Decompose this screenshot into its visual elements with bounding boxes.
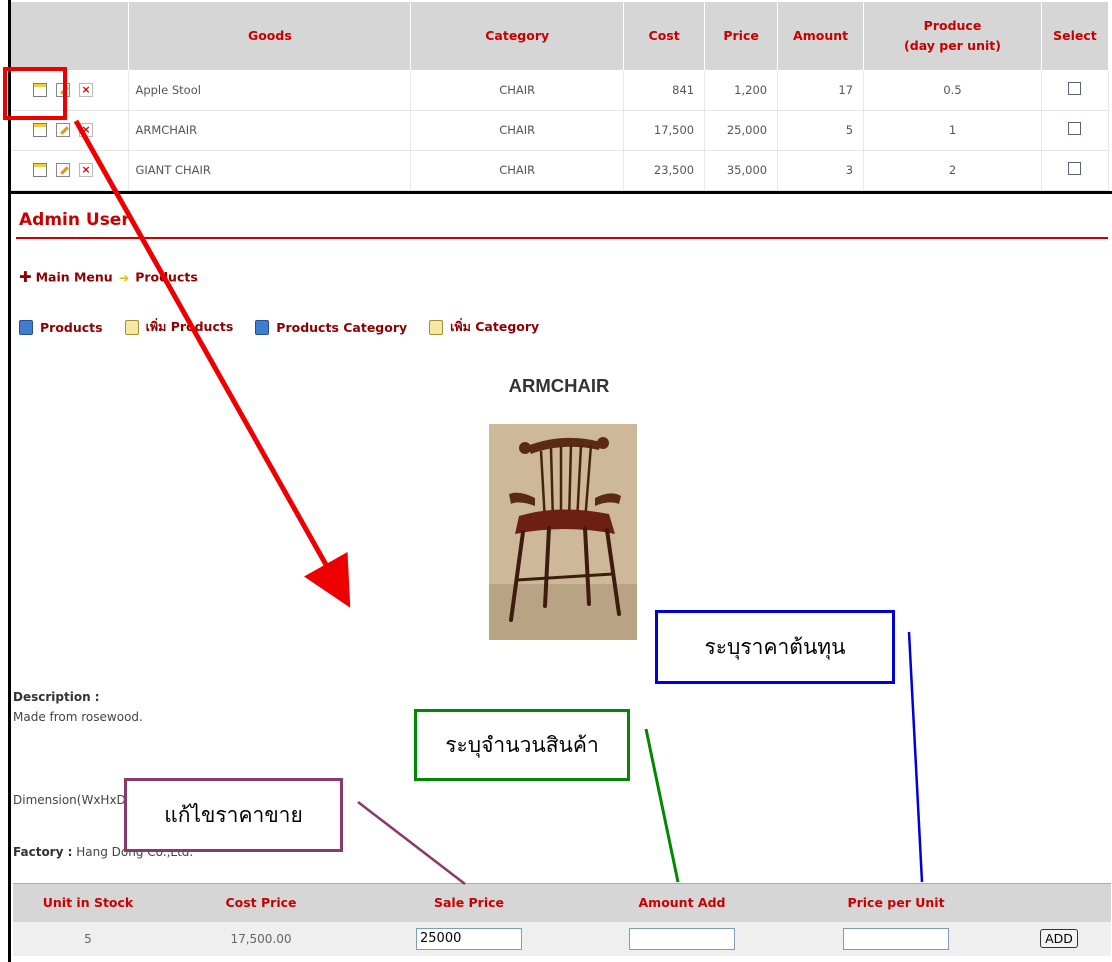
header-goods: Goods xyxy=(128,2,412,70)
factory-label: Factory : xyxy=(13,845,73,859)
header-amount-add: Amount Add xyxy=(579,883,785,922)
menu-item-products-category[interactable]: Products Category xyxy=(255,319,408,335)
cell-cost: 841 xyxy=(623,70,706,111)
row-actions: × xyxy=(11,150,130,191)
header-produce-line2: (day per unit) xyxy=(904,38,1001,53)
menu-item-label: เพิ่ม Category xyxy=(450,319,540,334)
header-action xyxy=(1007,883,1111,922)
callout-price-note: แก้ไขราคาขาย xyxy=(124,778,343,852)
select-checkbox[interactable] xyxy=(1068,81,1082,95)
highlight-box-view-icon xyxy=(3,67,67,120)
stock-table-header: Unit in Stock Cost Price Sale Price Amou… xyxy=(13,883,1111,922)
cell-produce: 2 xyxy=(863,150,1042,191)
menu-item-label: Products xyxy=(40,319,103,335)
add-button-cell: ADD xyxy=(1007,921,1111,956)
delete-icon[interactable]: × xyxy=(79,123,93,138)
cell-price: 25,000 xyxy=(704,110,779,151)
cell-produce: 0.5 xyxy=(863,70,1042,111)
goods-table-header: Goods Category Cost Price Amount Produce… xyxy=(11,2,1110,70)
amount-add-cell xyxy=(579,921,785,956)
arrow-right-icon: ➜ xyxy=(118,269,130,285)
cell-amount: 5 xyxy=(777,110,865,151)
callout-amount-note: ระบุจำนวนสินค้า xyxy=(414,709,630,781)
view-icon[interactable] xyxy=(33,163,47,178)
menu-item-products[interactable]: Products xyxy=(19,319,103,335)
title-divider xyxy=(16,237,1108,239)
header-produce: Produce (day per unit) xyxy=(863,2,1042,70)
view-icon[interactable] xyxy=(33,123,47,138)
header-price-per-unit: Price per Unit xyxy=(785,883,1007,922)
header-category: Category xyxy=(410,2,625,70)
amount-add-input[interactable] xyxy=(629,927,735,950)
header-amount: Amount xyxy=(777,2,865,70)
stock-row: 5 17,500.00 ADD xyxy=(13,921,1111,956)
price-per-unit-input[interactable] xyxy=(843,927,949,950)
table-row: × ARMCHAIR CHAIR 17,500 25,000 5 1 xyxy=(11,110,1110,151)
cell-cost: 23,500 xyxy=(623,150,706,191)
sale-price-cell xyxy=(359,921,579,956)
unit-in-stock-value: 5 xyxy=(13,921,163,956)
select-checkbox[interactable] xyxy=(1068,162,1082,175)
cell-price: 1,200 xyxy=(704,70,779,111)
header-price: Price xyxy=(704,2,779,70)
header-cost: Cost xyxy=(623,2,706,70)
edit-icon[interactable] xyxy=(56,163,70,178)
cell-goods: Apple Stool xyxy=(128,70,412,111)
price-per-unit-cell xyxy=(785,921,1007,956)
cell-amount: 17 xyxy=(777,70,865,111)
book-icon xyxy=(19,319,33,335)
cell-category: CHAIR xyxy=(410,110,625,151)
menu-item-add-category[interactable]: เพิ่ม Category xyxy=(429,317,539,337)
table-row: × GIANT CHAIR CHAIR 23,500 35,000 3 2 xyxy=(11,150,1110,191)
chair-illustration xyxy=(489,424,637,640)
delete-icon[interactable]: × xyxy=(79,163,93,178)
description-label: Description : xyxy=(13,690,100,704)
table-row: × Apple Stool CHAIR 841 1,200 17 0.5 xyxy=(11,70,1110,111)
product-title: ARMCHAIR xyxy=(508,375,610,396)
stock-table: Unit in Stock Cost Price Sale Price Amou… xyxy=(13,883,1111,956)
cost-price-value: 17,500.00 xyxy=(163,921,359,956)
select-cell xyxy=(1041,110,1110,151)
add-button[interactable]: ADD xyxy=(1040,929,1078,948)
breadcrumb: ✚ Main Menu ➜ Products xyxy=(19,268,198,286)
cell-goods: ARMCHAIR xyxy=(128,110,412,151)
header-select: Select xyxy=(1041,2,1110,70)
admin-menu: Products เพิ่ม Products Products Categor… xyxy=(19,317,561,337)
folder-icon xyxy=(429,319,444,335)
product-image xyxy=(489,424,637,640)
cell-amount: 3 xyxy=(777,150,865,191)
sale-price-input[interactable] xyxy=(416,927,522,950)
plus-icon: ✚ xyxy=(19,268,32,286)
menu-item-label: เพิ่ม Products xyxy=(145,319,234,334)
admin-title: Admin User xyxy=(19,210,130,230)
menu-item-add-products[interactable]: เพิ่ม Products xyxy=(124,317,234,337)
cell-cost: 17,500 xyxy=(623,110,706,151)
header-produce-line1: Produce xyxy=(923,18,982,33)
book-icon xyxy=(255,319,270,335)
cell-goods: GIANT CHAIR xyxy=(128,150,412,191)
callout-cost-note: ระบุราคาต้นทุน xyxy=(655,610,895,684)
cell-price: 35,000 xyxy=(704,150,779,191)
delete-icon[interactable]: × xyxy=(79,83,93,97)
breadcrumb-current: Products xyxy=(135,269,198,285)
header-unit-in-stock: Unit in Stock xyxy=(13,883,163,922)
actions-header xyxy=(11,2,130,70)
cell-produce: 1 xyxy=(863,110,1042,151)
description-text: Made from rosewood. xyxy=(13,710,143,724)
cell-category: CHAIR xyxy=(410,150,625,191)
cell-category: CHAIR xyxy=(410,70,625,111)
select-checkbox[interactable] xyxy=(1068,122,1082,135)
select-cell xyxy=(1041,70,1110,111)
folder-icon xyxy=(124,319,139,335)
select-cell xyxy=(1041,150,1110,191)
breadcrumb-main-menu[interactable]: Main Menu xyxy=(36,270,113,285)
edit-icon[interactable] xyxy=(56,123,70,138)
menu-item-label: Products Category xyxy=(276,319,408,335)
header-cost-price: Cost Price xyxy=(163,883,359,922)
goods-table-panel: Goods Category Cost Price Amount Produce… xyxy=(8,0,1112,194)
header-sale-price: Sale Price xyxy=(359,883,579,922)
goods-table: Goods Category Cost Price Amount Produce… xyxy=(11,2,1110,191)
